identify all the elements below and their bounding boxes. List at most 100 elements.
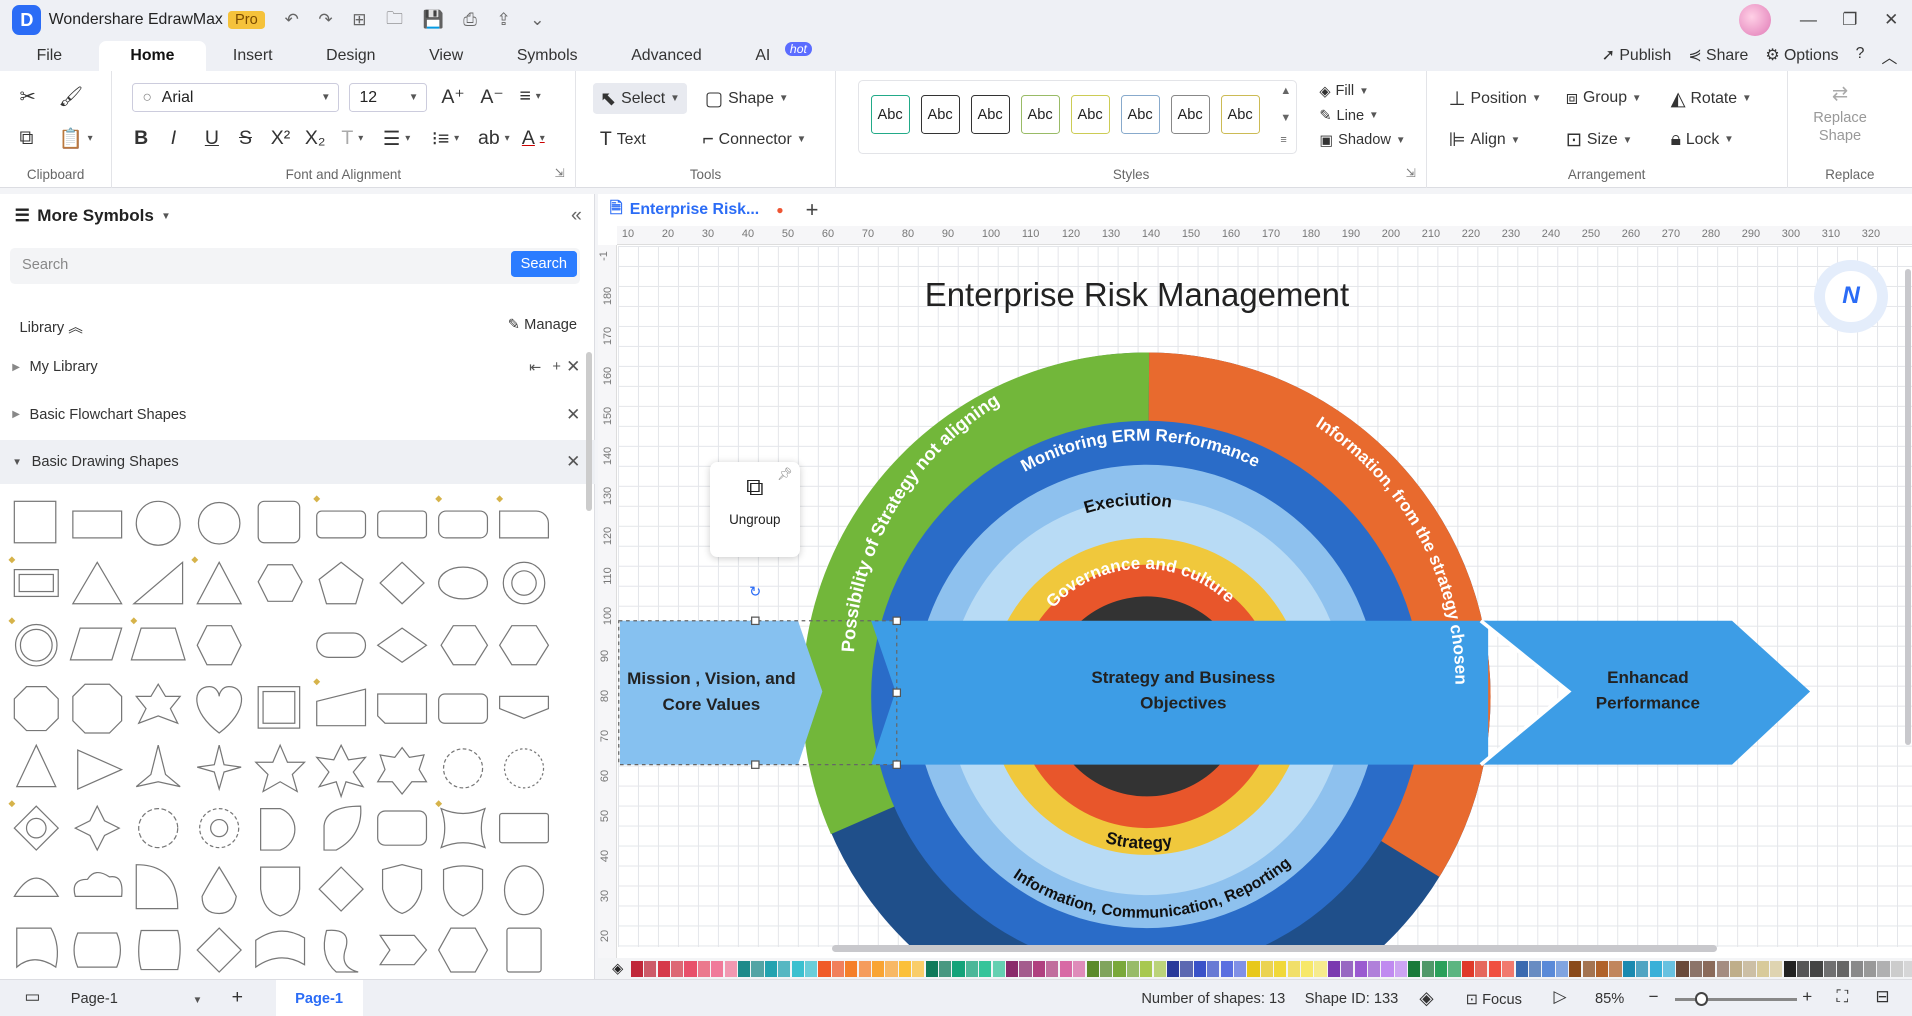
- vertical-scrollbar[interactable]: [1904, 269, 1911, 746]
- menu-file[interactable]: File: [0, 47, 89, 71]
- style-swatch[interactable]: Abc: [1220, 95, 1260, 135]
- color-swatch[interactable]: [845, 960, 858, 977]
- print-icon[interactable]: ⎙: [463, 10, 477, 30]
- undo-icon[interactable]: ↶: [285, 10, 299, 30]
- mission-text-line2[interactable]: Core Values: [662, 695, 760, 714]
- cut-icon[interactable]: ✂: [20, 85, 36, 109]
- color-swatch[interactable]: [1193, 960, 1206, 977]
- color-swatch[interactable]: [1488, 960, 1501, 977]
- ai-assistant-button[interactable]: N: [1814, 259, 1888, 333]
- layers-icon[interactable]: ◈: [1419, 987, 1433, 1009]
- zoom-level[interactable]: 85%: [1595, 991, 1624, 1007]
- color-swatch[interactable]: [751, 960, 764, 977]
- color-swatch[interactable]: [1180, 960, 1193, 977]
- menu-home[interactable]: Home: [98, 40, 207, 71]
- close-icon[interactable]: ✕: [566, 357, 580, 377]
- menu-advanced[interactable]: Advanced: [604, 47, 728, 71]
- page-selector[interactable]: Page-1 ▼: [71, 991, 205, 1007]
- color-swatch[interactable]: [1086, 960, 1099, 977]
- color-swatch[interactable]: [1394, 960, 1408, 977]
- color-swatch[interactable]: [1569, 960, 1582, 977]
- horizontal-scrollbar[interactable]: [831, 945, 1717, 953]
- import-icon[interactable]: ⇤: [529, 359, 541, 376]
- italic-icon[interactable]: I: [171, 127, 176, 150]
- add-page-icon[interactable]: +: [232, 986, 243, 1009]
- color-swatch[interactable]: [1435, 960, 1448, 977]
- style-swatch[interactable]: Abc: [970, 95, 1010, 135]
- color-swatch[interactable]: [1703, 960, 1716, 977]
- color-swatch[interactable]: [804, 960, 818, 977]
- select-button[interactable]: ⬉ Select ▼: [592, 82, 688, 115]
- size-button[interactable]: ⊡ Size ▼: [1566, 128, 1633, 152]
- superscript-icon[interactable]: X²: [271, 127, 291, 150]
- shadow-button[interactable]: ▣ Shadow ▼: [1319, 132, 1405, 149]
- collapse-sidebar-icon[interactable]: «: [571, 204, 582, 227]
- publish-button[interactable]: ➚ Publish: [1602, 45, 1672, 68]
- color-swatch[interactable]: [952, 960, 965, 977]
- menu-insert[interactable]: Insert: [206, 47, 299, 71]
- font-color-icon[interactable]: A ▾: [522, 127, 545, 150]
- styles-dialog-icon[interactable]: ⇲: [1406, 166, 1416, 180]
- close-icon[interactable]: ✕: [1871, 10, 1912, 30]
- color-swatch[interactable]: [737, 960, 751, 977]
- more-symbols-header[interactable]: ☰ More Symbols ▼: [15, 206, 171, 226]
- gallery-more-icon[interactable]: ≡: [1280, 134, 1286, 146]
- style-swatch[interactable]: Abc: [870, 95, 910, 135]
- copy-icon[interactable]: ⧉: [20, 127, 34, 150]
- color-swatch[interactable]: [1260, 960, 1273, 977]
- color-swatch[interactable]: [1046, 960, 1059, 977]
- fit-page-icon[interactable]: ⛶: [1836, 987, 1848, 1007]
- color-swatch[interactable]: [1166, 960, 1180, 977]
- library-my-library[interactable]: ▶ My Library ⇤ + ✕: [0, 345, 595, 389]
- gallery-down-icon[interactable]: ▼: [1280, 112, 1291, 124]
- color-swatch[interactable]: [1006, 960, 1019, 977]
- fill-button[interactable]: ◈ Fill ▼: [1319, 83, 1368, 100]
- color-swatch[interactable]: [912, 960, 925, 977]
- align-icon[interactable]: ≡ ▾: [519, 85, 540, 108]
- color-swatch[interactable]: [831, 960, 844, 977]
- color-swatch[interactable]: [1274, 960, 1287, 977]
- position-button[interactable]: ⊥ Position ▼: [1449, 87, 1542, 111]
- color-swatch[interactable]: [898, 960, 911, 977]
- replace-shape-button[interactable]: ⇄ Replace Shape: [1812, 85, 1868, 145]
- decrease-font-icon[interactable]: A⁻: [480, 85, 503, 109]
- color-swatch[interactable]: [1247, 960, 1260, 977]
- color-swatch[interactable]: [1019, 960, 1032, 977]
- color-swatch[interactable]: [939, 960, 952, 977]
- font-family-select[interactable]: ○ Arial ▼: [131, 82, 339, 113]
- zoom-out-icon[interactable]: −: [1649, 987, 1659, 1007]
- mission-arrow[interactable]: [619, 620, 822, 765]
- color-swatch[interactable]: [724, 960, 737, 977]
- collapse-ribbon-icon[interactable]: ︿: [1882, 45, 1898, 68]
- shape-button[interactable]: ▢ Shape ▼: [705, 87, 789, 111]
- subscript-icon[interactable]: X₂: [305, 127, 326, 150]
- text-style-icon[interactable]: T ▾: [341, 127, 363, 150]
- color-swatch[interactable]: [1059, 960, 1072, 977]
- style-swatch[interactable]: Abc: [1020, 95, 1060, 135]
- style-swatch[interactable]: Abc: [1170, 95, 1210, 135]
- style-swatch[interactable]: Abc: [1120, 95, 1160, 135]
- color-swatch[interactable]: [630, 960, 643, 977]
- add-icon[interactable]: +: [552, 359, 561, 375]
- library-basic-flowchart[interactable]: ▶ Basic Flowchart Shapes ✕: [0, 393, 595, 437]
- user-avatar[interactable]: [1738, 4, 1771, 36]
- menu-symbols[interactable]: Symbols: [490, 47, 604, 71]
- color-swatch[interactable]: [1140, 960, 1153, 977]
- color-swatch[interactable]: [818, 960, 831, 977]
- color-swatch[interactable]: [1542, 960, 1555, 977]
- color-swatch[interactable]: [1528, 960, 1542, 977]
- page-tab[interactable]: Page-1: [275, 980, 363, 1016]
- style-swatch[interactable]: Abc: [920, 95, 960, 135]
- color-swatch[interactable]: [697, 960, 710, 977]
- zoom-slider-thumb[interactable]: [1694, 992, 1709, 1006]
- zoom-slider[interactable]: [1675, 998, 1798, 1001]
- band-text-line1[interactable]: Strategy and Business: [1091, 668, 1275, 687]
- color-swatch[interactable]: [1595, 960, 1609, 977]
- color-swatch[interactable]: [1649, 960, 1662, 977]
- color-swatch[interactable]: [1622, 960, 1635, 977]
- save-icon[interactable]: 💾: [423, 10, 444, 30]
- color-swatch[interactable]: [1327, 960, 1340, 977]
- color-swatch[interactable]: [872, 960, 885, 977]
- menu-view[interactable]: View: [402, 47, 490, 71]
- color-swatch[interactable]: [1233, 960, 1247, 977]
